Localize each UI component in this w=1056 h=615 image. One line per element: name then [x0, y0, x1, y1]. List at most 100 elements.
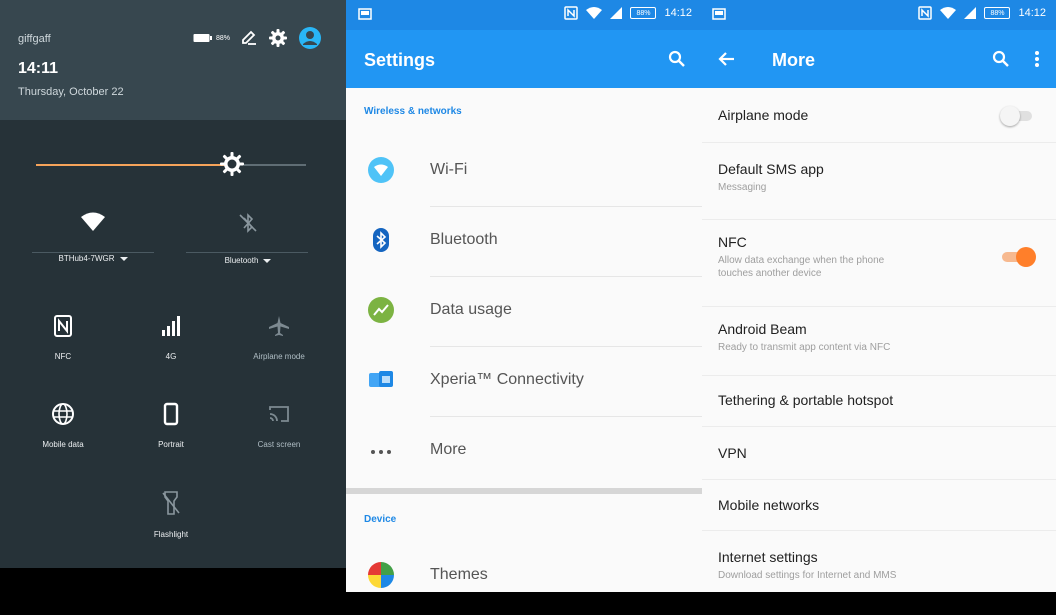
edit-icon[interactable] — [240, 29, 258, 47]
section-separator — [346, 488, 702, 494]
status-bar: 88% 14:12 — [702, 0, 1056, 30]
cast-icon — [269, 406, 289, 422]
settings-item-label: Themes — [430, 566, 488, 583]
cell-signal-status-icon — [964, 7, 977, 19]
brightness-icon[interactable] — [220, 152, 244, 176]
bluetooth-tile[interactable]: Bluetooth — [183, 212, 313, 268]
item-title: Mobile networks — [718, 497, 820, 513]
airplane-mode-tile[interactable]: Airplane mode — [224, 314, 334, 361]
nfc-status-icon — [918, 6, 933, 20]
airplane-icon — [269, 316, 289, 336]
flashlight-icon — [162, 491, 180, 515]
tile-label: Cast screen — [257, 440, 301, 449]
item-subtitle-line-1: Allow data exchange when the phone — [718, 255, 885, 266]
item-title: NFC — [718, 234, 747, 250]
item-title: Default SMS app — [718, 161, 824, 177]
toggle-knob — [1000, 106, 1020, 126]
tile-label: Flashlight — [153, 530, 189, 539]
item-title: VPN — [718, 445, 747, 461]
screenshot-notification-icon — [358, 8, 372, 20]
signal-icon — [162, 316, 180, 336]
carrier-name: giffgaff — [18, 33, 51, 45]
more-screen: 88% 14:12 More Airplane mode Default SMS… — [702, 0, 1056, 592]
item-subtitle: Ready to transmit app content via NFC — [718, 342, 891, 353]
settings-screen: 88% 14:12 Settings Wireless & networks W… — [346, 0, 702, 592]
tile-label: 4G — [165, 352, 177, 361]
settings-item-wifi[interactable]: Wi-Fi — [346, 137, 702, 207]
chevron-down-icon — [119, 256, 128, 261]
search-icon[interactable] — [668, 50, 686, 68]
more-item-nfc[interactable]: NFC Allow data exchange when the phone t… — [702, 220, 1056, 306]
settings-item-xperia-connectivity[interactable]: Xperia™ Connectivity — [346, 347, 702, 417]
clock-time: 14:11 — [18, 60, 59, 77]
more-item-tethering[interactable]: Tethering & portable hotspot — [702, 376, 1056, 426]
nfc-tile[interactable]: NFC — [8, 314, 118, 361]
wifi-network-label[interactable]: BTHub4-7WGR — [58, 254, 128, 263]
portrait-tile[interactable]: Portrait — [116, 402, 226, 449]
bluetooth-off-icon — [239, 213, 257, 233]
battery-status-icon: 88% — [630, 7, 657, 19]
settings-item-label: Bluetooth — [430, 231, 498, 248]
settings-item-bluetooth[interactable]: Bluetooth — [346, 207, 702, 277]
portrait-icon — [163, 402, 179, 426]
back-arrow-icon[interactable] — [718, 50, 736, 68]
tile-label: NFC — [54, 352, 72, 361]
nfc-toggle[interactable] — [1000, 247, 1038, 267]
more-toolbar — [702, 30, 1056, 88]
battery-icon — [193, 34, 212, 42]
wifi-tile-divider — [32, 252, 154, 253]
wifi-status-icon — [940, 6, 957, 19]
more-item-vpn[interactable]: VPN — [702, 427, 1056, 479]
xperia-connectivity-icon — [369, 371, 393, 387]
user-avatar-icon[interactable] — [298, 26, 322, 50]
item-title: Tethering & portable hotspot — [718, 392, 894, 408]
cast-screen-tile[interactable]: Cast screen — [224, 402, 334, 449]
nfc-icon — [54, 315, 72, 337]
tile-label: Airplane mode — [253, 352, 305, 361]
more-item-internet-settings[interactable]: Internet settings Download settings for … — [702, 531, 1056, 592]
cell-signal-status-icon — [610, 7, 623, 19]
battery-status-icon: 88% — [984, 7, 1011, 19]
more-item-airplane-mode[interactable]: Airplane mode — [702, 88, 1056, 142]
flashlight-tile[interactable]: Flashlight — [116, 490, 226, 539]
settings-item-more[interactable]: More — [346, 417, 702, 487]
data-usage-icon — [368, 297, 394, 323]
bluetooth-tile-label[interactable]: Bluetooth — [225, 256, 272, 265]
mobile-signal-tile[interactable]: 4G — [116, 314, 226, 361]
bluetooth-tile-divider — [186, 252, 308, 253]
section-header-wireless: Wireless & networks — [364, 106, 462, 117]
item-title: Android Beam — [718, 321, 807, 337]
settings-item-label: More — [430, 441, 467, 458]
settings-item-themes[interactable]: Themes — [346, 542, 702, 592]
more-item-mobile-networks[interactable]: Mobile networks — [702, 480, 1056, 530]
section-header-device: Device — [364, 514, 397, 525]
settings-item-label: Xperia™ Connectivity — [430, 371, 584, 388]
search-icon[interactable] — [992, 50, 1010, 68]
page-title: Settings — [364, 50, 436, 70]
airplane-mode-toggle[interactable] — [1000, 106, 1038, 126]
item-title: Airplane mode — [718, 107, 809, 123]
toggle-knob — [1016, 247, 1036, 267]
mobile-data-tile[interactable]: Mobile data — [8, 402, 118, 449]
status-bar: 88% 14:12 — [346, 0, 702, 30]
more-dots-icon — [371, 450, 391, 454]
header-status-icons: 88% — [193, 26, 322, 50]
screenshot-notification-icon — [712, 8, 726, 20]
more-item-android-beam[interactable]: Android Beam Ready to transmit app conte… — [702, 307, 1056, 375]
item-subtitle: Messaging — [718, 182, 767, 193]
more-item-default-sms[interactable]: Default SMS app Messaging — [702, 143, 1056, 219]
battery-percent: 88% — [215, 34, 230, 42]
settings-item-label: Data usage — [430, 301, 512, 318]
overflow-menu-icon[interactable] — [1034, 50, 1040, 68]
settings-item-data-usage[interactable]: Data usage — [346, 277, 702, 347]
tile-label: Mobile data — [42, 440, 84, 449]
wifi-tile[interactable]: BTHub4-7WGR — [28, 212, 158, 266]
item-subtitle-line-2: touches another device — [718, 268, 822, 279]
gear-icon[interactable] — [268, 28, 288, 48]
wifi-status-icon — [586, 6, 603, 19]
status-icons: 88% 14:12 — [564, 6, 692, 20]
item-title: Internet settings — [718, 549, 818, 565]
clock-date: Thursday, October 22 — [18, 86, 124, 98]
status-time: 14:12 — [1018, 7, 1046, 19]
status-icons: 88% 14:12 — [918, 6, 1046, 20]
